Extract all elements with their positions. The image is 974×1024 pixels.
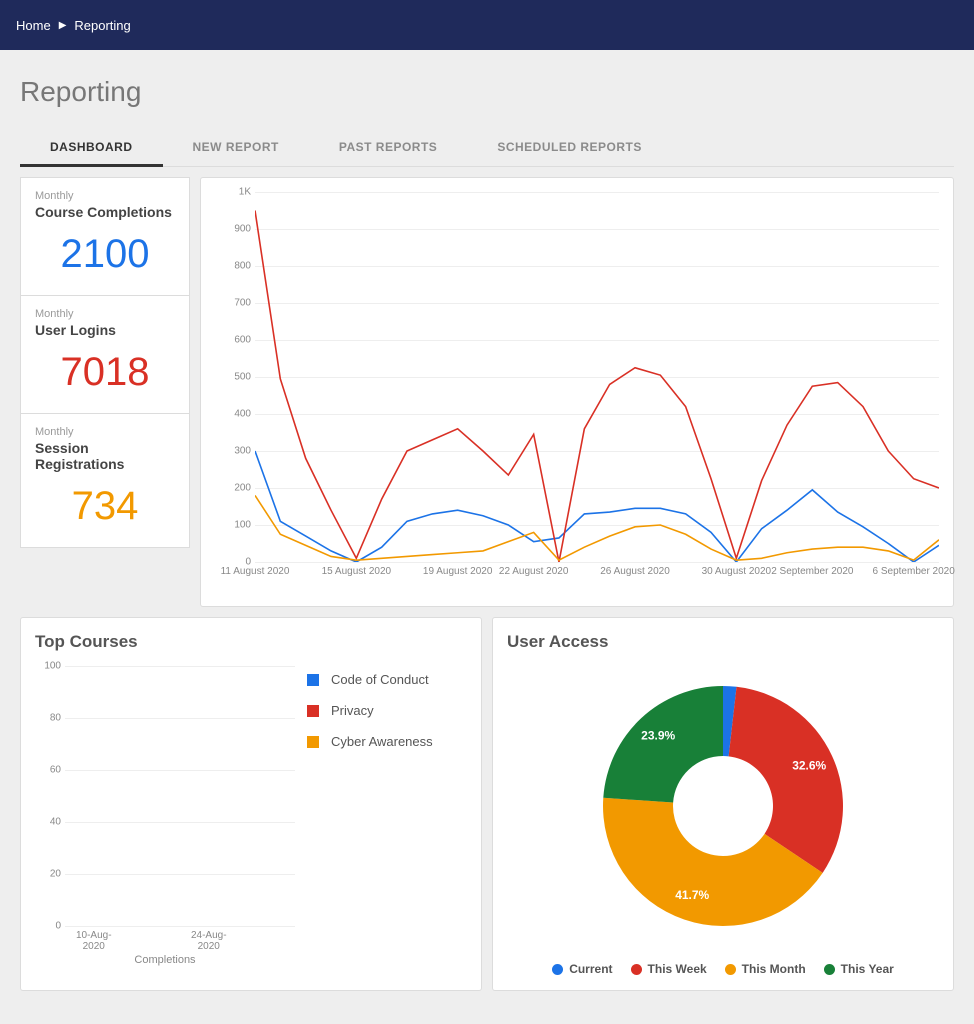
user-access-card: User Access 32.6% 41.7% 23.9% Current This … <box>492 617 954 991</box>
tab-new-report[interactable]: NEW REPORT <box>163 130 309 166</box>
bar-ytick: 0 <box>55 921 61 932</box>
bar-xtick <box>123 930 181 946</box>
line-xtick: 15 August 2020 <box>322 566 392 577</box>
legend-label: Code of Conduct <box>331 672 429 687</box>
line-ytick: 900 <box>234 224 251 235</box>
metric-name: Session Registrations <box>35 440 175 472</box>
line-xtick: 22 August 2020 <box>499 566 569 577</box>
metric-course-completions: Monthly Course Completions 2100 <box>20 177 190 296</box>
donut-slice-label: 32.6% <box>792 758 826 772</box>
legend-label: Current <box>569 962 612 976</box>
line-series-user-logins <box>255 211 939 563</box>
bar-x-axis-title: Completions <box>35 954 295 966</box>
bar-ytick: 20 <box>50 869 61 880</box>
legend-item: Cyber Awareness <box>307 734 467 749</box>
line-xtick: 26 August 2020 <box>600 566 670 577</box>
legend-dot <box>824 964 835 975</box>
tab-past-reports[interactable]: PAST REPORTS <box>309 130 467 166</box>
metric-value: 2100 <box>35 232 175 277</box>
metric-session-registrations: Monthly Session Registrations 734 <box>20 414 190 548</box>
bar-ytick: 100 <box>44 661 61 672</box>
metric-value: 7018 <box>35 350 175 395</box>
metrics-column: Monthly Course Completions 2100 Monthly User… <box>20 177 190 607</box>
legend-item: This Month <box>725 962 806 976</box>
top-courses-card: Top Courses 0 20 40 60 80 100 10-Aug-2020 24-A… <box>20 617 482 991</box>
line-ytick: 200 <box>234 483 251 494</box>
user-access-legend: Current This Week This Month This Year <box>552 962 894 976</box>
legend-label: This Week <box>648 962 707 976</box>
tab-scheduled-reports[interactable]: SCHEDULED REPORTS <box>467 130 672 166</box>
metric-name: Course Completions <box>35 204 175 220</box>
line-series-session-registrations <box>255 495 939 560</box>
bar-xtick: 10-Aug-2020 <box>65 930 123 946</box>
line-xtick: 6 September 2020 <box>873 566 955 577</box>
donut-slice-this-year <box>603 686 723 803</box>
top-courses-legend: Code of Conduct Privacy Cyber Awareness <box>307 666 467 966</box>
legend-item: This Year <box>824 962 894 976</box>
legend-dot <box>725 964 736 975</box>
line-xtick: 11 August 2020 <box>221 566 290 577</box>
line-ytick: 300 <box>234 446 251 457</box>
user-access-title: User Access <box>507 632 939 652</box>
legend-dot <box>552 964 563 975</box>
tab-dashboard[interactable]: DASHBOARD <box>20 130 163 167</box>
bar-xtick <box>238 930 296 946</box>
user-access-donut-chart: 32.6% 41.7% 23.9% <box>563 666 883 946</box>
donut-slice-label: 23.9% <box>641 729 675 743</box>
metric-value: 734 <box>35 484 175 529</box>
line-series-course-completions <box>255 451 939 562</box>
legend-item: Code of Conduct <box>307 672 467 687</box>
line-xtick: 30 August 2020 <box>702 566 772 577</box>
top-courses-title: Top Courses <box>35 632 467 652</box>
legend-label: This Month <box>742 962 806 976</box>
metric-period: Monthly <box>35 190 175 202</box>
breadcrumb-home[interactable]: Home <box>16 18 51 33</box>
page-title: Reporting <box>20 76 954 108</box>
tabs: DASHBOARDNEW REPORTPAST REPORTSSCHEDULED… <box>20 130 954 167</box>
line-ytick: 600 <box>234 335 251 346</box>
line-ytick: 500 <box>234 372 251 383</box>
legend-label: Privacy <box>331 703 374 718</box>
legend-swatch <box>307 674 319 686</box>
donut-slice-label: 41.7% <box>675 888 709 902</box>
legend-swatch <box>307 736 319 748</box>
legend-item: Privacy <box>307 703 467 718</box>
bar-ytick: 60 <box>50 765 61 776</box>
line-ytick: 400 <box>234 409 251 420</box>
metric-period: Monthly <box>35 426 175 438</box>
line-xtick: 19 August 2020 <box>423 566 493 577</box>
legend-swatch <box>307 705 319 717</box>
legend-item: This Week <box>631 962 707 976</box>
metric-name: User Logins <box>35 322 175 338</box>
bar-ytick: 40 <box>50 817 61 828</box>
bar-xtick: 24-Aug-2020 <box>180 930 238 946</box>
line-xtick: 2 September 2020 <box>771 566 853 577</box>
breadcrumb: Home ▶ Reporting <box>0 0 974 50</box>
bar-ytick: 80 <box>50 713 61 724</box>
legend-label: Cyber Awareness <box>331 734 433 749</box>
monthly-line-chart-card: 01002003004005006007008009001K 11 August… <box>200 177 954 607</box>
chevron-right-icon: ▶ <box>59 20 67 31</box>
line-ytick: 1K <box>239 187 251 198</box>
line-ytick: 100 <box>234 520 251 531</box>
legend-label: This Year <box>841 962 894 976</box>
line-ytick: 700 <box>234 298 251 309</box>
metric-period: Monthly <box>35 308 175 320</box>
line-ytick: 800 <box>234 261 251 272</box>
breadcrumb-current: Reporting <box>74 18 130 33</box>
legend-item: Current <box>552 962 612 976</box>
metric-user-logins: Monthly User Logins 7018 <box>20 296 190 414</box>
legend-dot <box>631 964 642 975</box>
donut-slice-this-week <box>729 687 843 873</box>
